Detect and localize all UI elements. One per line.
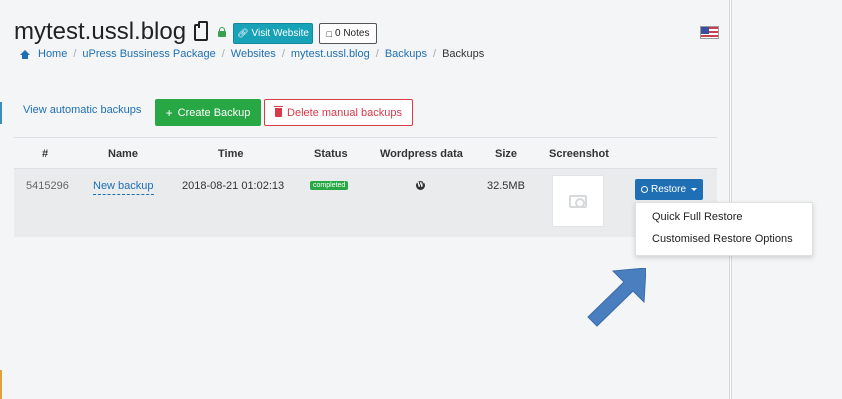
trash-icon [274,106,284,117]
breadcrumb-package[interactable]: uPress Bussiness Package [82,48,215,60]
breadcrumb-home[interactable]: Home [38,48,67,60]
column-header-size: Size [495,148,518,160]
status-badge: completed [310,181,349,190]
backups-table: # Name Time Status Wordpress data Size S… [14,137,717,237]
breadcrumb-separator: / [281,48,285,60]
plus-icon: + [165,105,173,120]
wordpress-icon[interactable]: W [416,181,425,190]
create-backup-button[interactable]: + Create Backup [155,99,261,126]
link-icon: 🔗︎ [237,28,249,38]
view-automatic-backups-link[interactable]: View automatic backups [23,104,141,116]
restore-dropdown-menu: Quick Full Restore Customised Restore Op… [635,202,813,256]
column-header-status: Status [314,148,348,160]
breadcrumb-site[interactable]: mytest.ussl.blog [291,48,370,60]
menu-item-quick-full-restore[interactable]: Quick Full Restore [652,211,742,223]
table-header: # Name Time Status Wordpress data Size S… [14,137,717,169]
screenshot-thumbnail[interactable] [552,175,604,227]
breadcrumb-websites[interactable]: Websites [231,48,276,60]
backup-name-link[interactable]: New backup [93,180,154,195]
column-header-wordpress-data: Wordpress data [380,148,463,160]
restore-icon [640,186,648,193]
visit-website-button[interactable]: 🔗︎ Visit Website [233,23,313,44]
delete-manual-backups-label: Delete manual backups [287,106,402,119]
restore-button[interactable]: Restore [635,179,703,200]
notes-button[interactable]: □ 0 Notes [319,23,377,44]
breadcrumb: Home / uPress Bussiness Package / Websit… [20,48,484,60]
restore-label: Restore [650,184,686,195]
site-title-text: mytest.ussl.blog [14,18,187,45]
column-header-id: # [42,148,49,160]
home-icon[interactable] [20,49,30,59]
breadcrumb-separator: / [73,48,77,60]
breadcrumb-separator: / [433,48,437,60]
site-title: mytest.ussl.blog [14,18,209,46]
note-icon: □ [326,28,332,39]
backup-time: 2018-08-21 01:02:13 [182,180,285,192]
breadcrumb-backups[interactable]: Backups [385,48,427,60]
column-header-time: Time [218,148,244,160]
flag-us-icon[interactable] [700,26,719,39]
chevron-down-icon [691,188,697,191]
backup-id: 5415296 [26,180,69,192]
column-header-screenshot: Screenshot [549,148,609,160]
breadcrumb-separator: / [375,48,379,60]
delete-manual-backups-button[interactable]: Delete manual backups [264,99,413,126]
camera-icon [569,194,587,208]
arrow-icon [587,268,646,327]
breadcrumb-separator: / [221,48,225,60]
notes-label: 0 Notes [334,28,370,39]
menu-item-customised-restore[interactable]: Customised Restore Options [652,233,793,245]
backup-size: 32.5MB [487,180,525,192]
breadcrumb-current: Backups [442,48,485,60]
lock-icon [218,27,226,37]
column-header-name: Name [108,148,138,160]
left-accent-bottom [0,370,2,399]
left-accent [0,102,2,124]
clipboard-icon[interactable] [194,20,209,41]
table-row: 5415296 New backup 2018-08-21 01:02:13 c… [14,169,717,237]
visit-website-label: Visit Website [251,28,309,39]
create-backup-label: Create Backup [177,106,251,119]
right-strip [731,0,842,399]
